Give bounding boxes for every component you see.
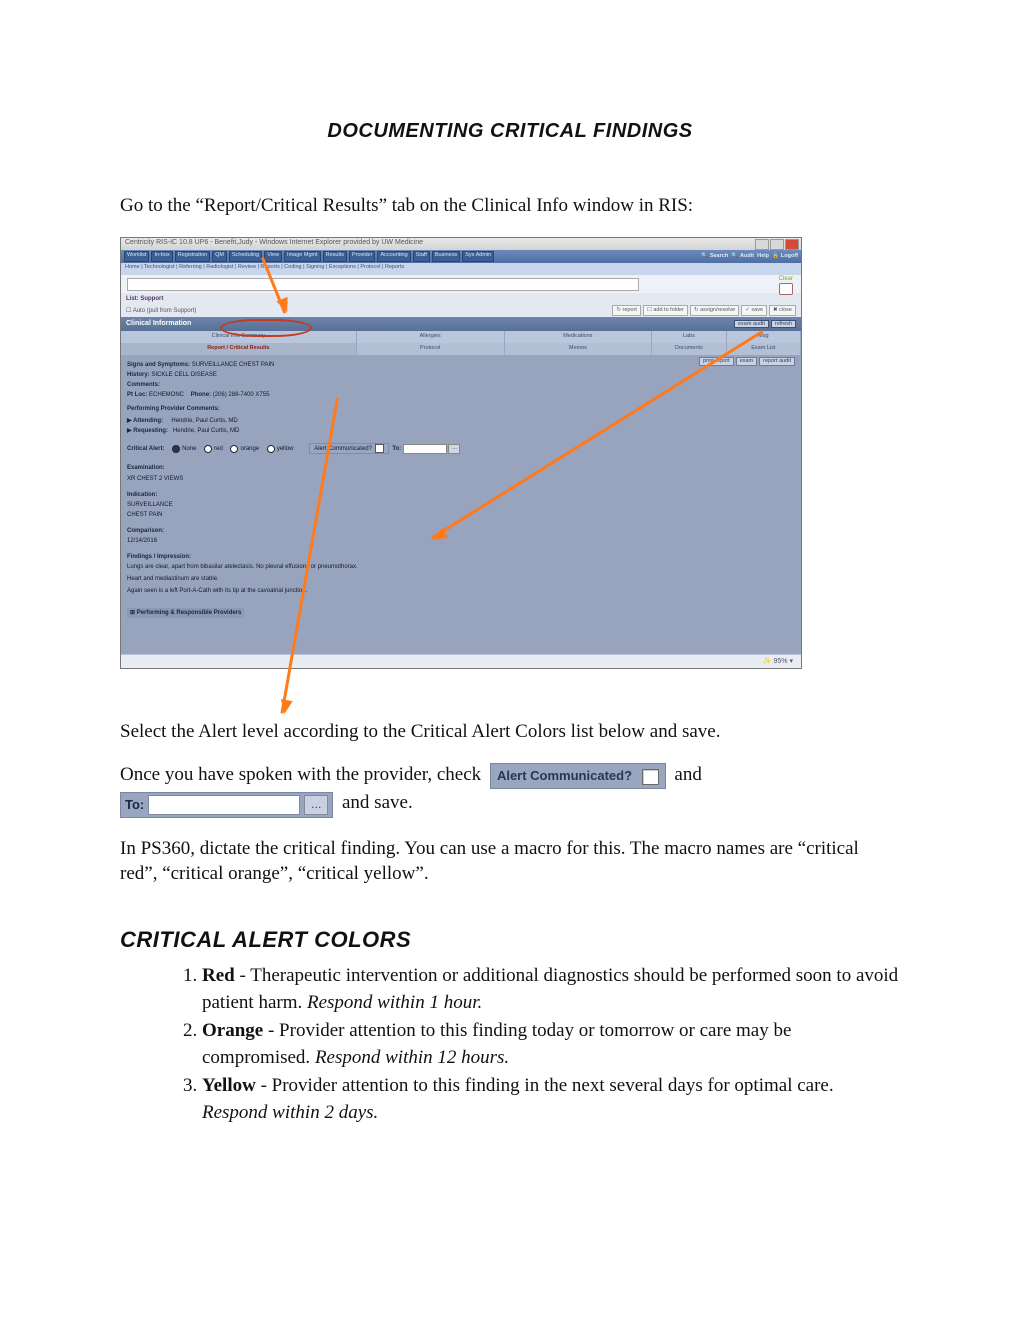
tab-allergies[interactable]: Allergies (357, 331, 505, 343)
auto-label: ☐ Auto (pull from Support) (126, 307, 196, 314)
tab-view[interactable]: View (264, 251, 282, 262)
btn-exam[interactable]: exam (736, 357, 757, 366)
list-label: List: Support (126, 296, 163, 302)
alert-communicated-chip[interactable]: Alert Communicated? (490, 763, 666, 789)
ps360-paragraph: In PS360, dictate the critical finding. … (120, 836, 900, 887)
radio-none[interactable] (172, 445, 180, 453)
critical-colors-list: Red - Therapeutic intervention or additi… (162, 963, 900, 1127)
link-logoff[interactable]: 🔒 Logoff (772, 253, 798, 259)
list-item: Red - Therapeutic intervention or additi… (202, 963, 900, 1016)
to-input-inline[interactable] (403, 444, 447, 454)
critical-alert-row[interactable]: Critical Alert: None red orange yellow A… (127, 443, 795, 454)
p3c-text: and save. (342, 792, 413, 813)
tab-provider[interactable]: Provider (349, 251, 375, 262)
window-title-text: Centricity RIS-IC 10.8 UP6 - Benefit,Jud… (125, 239, 423, 246)
tab-business[interactable]: Business (432, 251, 460, 262)
alert-communicated-checkbox[interactable] (642, 769, 659, 785)
btn-exam-audit[interactable]: exam audit (734, 320, 769, 328)
clinical-info-title: Clinical Information (126, 320, 191, 327)
search-input[interactable] (127, 278, 639, 291)
btn-close[interactable]: ✖ close (769, 305, 796, 316)
tab-results[interactable]: Results (323, 251, 347, 262)
tab-msg[interactable]: Msg (727, 331, 801, 343)
list-item: Orange - Provider attention to this find… (202, 1018, 900, 1071)
btn-report-audit[interactable]: report audit (759, 357, 795, 366)
to-input[interactable] (148, 795, 300, 815)
radio-orange[interactable] (230, 445, 238, 453)
p3a-text: Once you have spoken with the provider, … (120, 764, 486, 785)
tab-accounting[interactable]: Accounting (377, 251, 410, 262)
auto-toolbar: ☐ Auto (pull from Support) ↻ report ☐ ad… (121, 305, 801, 317)
list-item: Yellow - Provider attention to this find… (202, 1073, 900, 1126)
btn-report[interactable]: ↻ report (612, 305, 641, 316)
intro-paragraph: Go to the “Report/Critical Results” tab … (120, 193, 900, 219)
alert-communicated-label: Alert Communicated? (497, 768, 632, 783)
tab-report-critical[interactable]: Report / Critical Results (121, 343, 357, 355)
link-audit[interactable]: 🔍 Audit (731, 253, 754, 259)
clinical-tabs-row2[interactable]: Report / Critical Results Protocol Memos… (121, 343, 801, 355)
sub-menubar[interactable]: Home | Technologist | Referring | Radiol… (121, 263, 801, 275)
ris-screenshot: Centricity RIS-IC 10.8 UP6 - Benefit,Jud… (120, 237, 802, 669)
main-menubar[interactable]: Worklist In-box Registration QM Scheduli… (121, 250, 801, 263)
body-action-buttons[interactable]: print report exam report audit (699, 357, 795, 366)
btn-add-folder[interactable]: ☐ add to folder (643, 305, 688, 316)
tab-examlist[interactable]: Exam List (727, 343, 801, 355)
tab-medications[interactable]: Medications (505, 331, 653, 343)
to-lookup-inline[interactable]: … (448, 444, 460, 454)
tab-qm[interactable]: QM (212, 251, 227, 262)
tab-imagemgmt[interactable]: Image Mgmt (284, 251, 321, 262)
radio-yellow[interactable] (267, 445, 275, 453)
btn-assign[interactable]: ↻ assign/resolve (690, 305, 739, 316)
alert-comm-paragraph: Once you have spoken with the provider, … (120, 762, 900, 817)
alert-communicated-inline[interactable]: Alert Communicated? (309, 443, 389, 454)
clinical-info-header: Clinical Information exam audit refresh (121, 317, 801, 331)
window-titlebar: Centricity RIS-IC 10.8 UP6 - Benefit,Jud… (121, 238, 801, 250)
p3b-text: and (674, 764, 701, 785)
tab-protocol[interactable]: Protocol (357, 343, 505, 355)
report-body: print report exam report audit Signs and… (121, 355, 801, 663)
tab-inbox[interactable]: In-box (151, 251, 172, 262)
link-search[interactable]: 🔍 Search (701, 253, 728, 259)
tab-memos[interactable]: Memos (505, 343, 653, 355)
tab-labs[interactable]: Labs (652, 331, 726, 343)
btn-refresh[interactable]: refresh (771, 320, 796, 328)
status-bar: ✨ 95% ▾ (121, 654, 801, 668)
toolbar-buttons[interactable]: ↻ report ☐ add to folder ↻ assign/resolv… (612, 305, 796, 316)
tab-clinical-summary[interactable]: Clinical Info Summary (121, 331, 357, 343)
to-label: To: (125, 796, 144, 814)
to-chip[interactable]: To: … (120, 792, 333, 818)
search-row: Clear (121, 275, 801, 293)
critical-colors-heading: CRITICAL ALERT COLORS (120, 927, 900, 953)
tab-scheduling[interactable]: Scheduling (229, 251, 262, 262)
page-title: DOCUMENTING CRITICAL FINDINGS (120, 120, 900, 143)
link-help[interactable]: Help (757, 253, 769, 259)
btn-save[interactable]: ✓ save (741, 305, 767, 316)
collapsed-providers[interactable]: ⊞ Performing & Responsible Providers (130, 610, 241, 616)
tab-sysadmin[interactable]: Sys Admin (462, 251, 494, 262)
tab-registration[interactable]: Registration (175, 251, 210, 262)
tab-documents[interactable]: Documents (652, 343, 726, 355)
radio-red[interactable] (204, 445, 212, 453)
window-buttons[interactable] (755, 239, 799, 250)
tab-staff[interactable]: Staff (413, 251, 430, 262)
clear-button[interactable]: Clear (779, 276, 793, 295)
to-lookup-button[interactable]: … (304, 795, 328, 815)
btn-print-report[interactable]: print report (699, 357, 734, 366)
tab-worklist[interactable]: Worklist (124, 251, 149, 262)
list-toolbar: List: Support (121, 293, 801, 305)
select-alert-paragraph: Select the Alert level according to the … (120, 719, 900, 745)
clinical-tabs-row1[interactable]: Clinical Info Summary Allergies Medicati… (121, 331, 801, 343)
